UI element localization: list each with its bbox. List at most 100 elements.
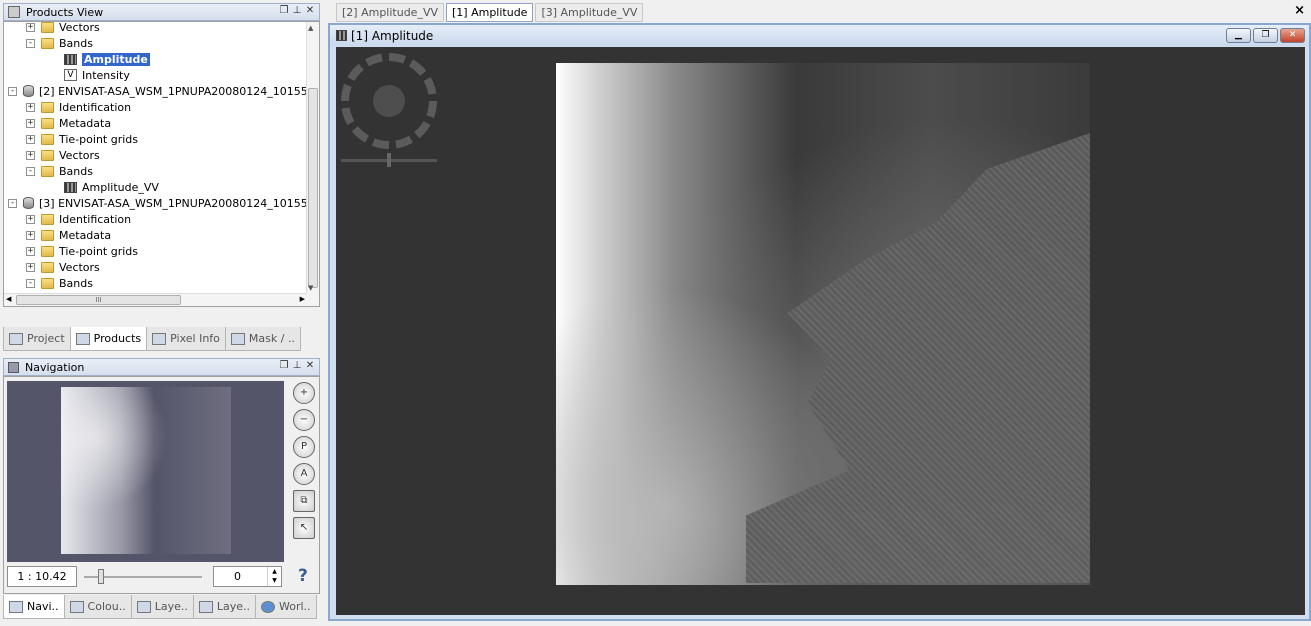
expand-icon[interactable]: + [26,22,35,32]
doc-tab-1[interactable]: [1] Amplitude [446,3,534,22]
tree-node-label: Bands [59,276,93,290]
tab-world[interactable]: Worl.. [254,595,317,619]
minimize-icon[interactable]: ▁ [1226,28,1251,43]
expand-icon[interactable]: + [26,102,35,112]
tab-colour[interactable]: Colou.. [63,595,132,619]
tree-node-label: Intensity [82,68,130,82]
tab-mask[interactable]: Mask / .. [224,327,301,351]
tab-layer-2[interactable]: Laye.. [192,595,256,619]
doc-tab-2[interactable]: [2] Amplitude_VV [336,3,444,22]
collapse-icon[interactable]: - [8,198,17,208]
tree-node[interactable]: - Bands [26,275,93,291]
expand-icon[interactable]: + [26,214,35,224]
window-close-icon[interactable]: ✕ [1280,28,1305,43]
scroll-up-icon[interactable]: ▲ [308,24,313,32]
expand-icon[interactable]: + [26,118,35,128]
tree-node[interactable]: Amplitude_VV [64,179,159,195]
tab-products[interactable]: Products [69,327,148,351]
sar-amplitude-image[interactable] [556,63,1090,585]
compass-center[interactable] [373,85,405,117]
image-window-titlebar: [1] Amplitude ▁ ❐ ✕ [330,25,1309,46]
folder-icon [41,37,54,49]
collapse-icon[interactable]: - [26,38,35,48]
tree-node[interactable]: + Tie-point grids [26,243,138,259]
zoom-slider[interactable] [84,569,202,584]
tree-node-label: Tie-point grids [59,244,138,258]
tree-vertical-scrollbar[interactable]: ▲ ▼ [306,22,319,306]
close-icon[interactable]: ✕ [305,360,315,371]
colour-icon [69,600,84,613]
scroll-thumb[interactable] [308,88,318,288]
canvas-zoom-slider[interactable] [341,153,437,167]
scroll-left-icon[interactable]: ◀ [6,295,11,303]
zoom-pixel-icon[interactable]: P [293,436,315,458]
tree-node[interactable]: Amplitude [64,51,150,67]
expand-icon[interactable]: + [26,230,35,240]
tree-node[interactable]: + Metadata [26,227,111,243]
tree-node[interactable]: - [3] ENVISAT-ASA_WSM_1PNUPA20080124_1015… [8,195,320,211]
tree-node-label: [2] ENVISAT-ASA_WSM_1PNUPA20080124_10155… [39,84,320,98]
tree-node[interactable]: - [2] ENVISAT-ASA_WSM_1PNUPA20080124_1015… [8,83,320,99]
zoom-in-icon[interactable]: + [293,382,315,404]
collapse-icon[interactable]: - [26,278,35,288]
tab-project[interactable]: Project [3,327,71,351]
tree-node-label: Bands [59,164,93,178]
tree-node[interactable]: + Metadata [26,115,111,131]
pin-icon[interactable]: ⊥ [292,5,302,16]
rotation-spinner[interactable]: 0 ▲ ▼ [213,566,282,587]
canvas-zoom-knob[interactable] [387,153,391,167]
zoom-slider-knob[interactable] [98,569,104,584]
restore-icon[interactable]: ❐ [279,360,289,371]
tab-pixel-info[interactable]: Pixel Info [146,327,226,351]
tree-node-label: Vectors [59,148,100,162]
tree-node[interactable]: - Bands [26,35,93,51]
sync-cursor-icon[interactable]: ↖ [293,517,315,539]
expand-icon[interactable]: + [26,246,35,256]
pin-icon[interactable]: ⊥ [292,360,302,371]
tree-node[interactable]: + Identification [26,99,131,115]
close-icon[interactable]: ✕ [305,5,315,16]
scroll-down-icon[interactable]: ▼ [308,284,313,292]
scroll-right-icon[interactable]: ▶ [300,295,305,303]
products-tree[interactable]: + Vectors - Bands Amplitude V Intensity - [2] EN… [3,21,320,307]
zoom-all-icon[interactable]: A [293,463,315,485]
overview-thumbnail[interactable] [61,387,231,554]
band-icon [64,53,77,65]
doc-tab-3[interactable]: [3] Amplitude_VV [535,3,644,22]
tree-horizontal-scrollbar[interactable]: ◀ III ▶ [4,293,307,306]
collapse-icon[interactable]: - [26,166,35,176]
close-all-icon[interactable]: × [1294,3,1305,18]
tree-node[interactable]: + Vectors [26,259,100,275]
tree-node[interactable]: V Intensity [64,67,130,83]
help-icon[interactable]: ? [298,566,308,586]
tree-node[interactable]: + Vectors [26,22,100,35]
image-canvas[interactable] [336,47,1305,615]
navigation-panel: + − P A ⧉ ↖ 1 : 10.42 0 ▲ ▼ ? [3,376,320,594]
hscroll-thumb[interactable]: III [16,295,181,305]
tree-node-label: [3] ENVISAT-ASA_WSM_1PNUPA20080124_10155… [39,196,320,210]
products-icon [75,332,90,345]
image-window: [1] Amplitude ▁ ❐ ✕ [328,23,1311,621]
expand-icon[interactable]: + [26,150,35,160]
tree-node[interactable]: - Bands [26,163,93,179]
virtual-band-icon: V [64,69,77,81]
expand-icon[interactable]: + [26,262,35,272]
tab-navigation[interactable]: Navi.. [3,595,65,619]
tab-layer-1[interactable]: Laye.. [130,595,194,619]
zoom-out-icon[interactable]: − [293,409,315,431]
tree-node-label: Amplitude [82,52,150,66]
expand-icon[interactable]: + [26,134,35,144]
sync-views-icon[interactable]: ⧉ [293,490,315,512]
tree-node[interactable]: + Vectors [26,147,100,163]
document-tabs: [2] Amplitude_VV [1] Amplitude [3] Ampli… [336,3,645,23]
navigation-overview[interactable] [7,381,284,562]
maximize-icon[interactable]: ❐ [1253,28,1278,43]
spinner-arrows-icon[interactable]: ▲ ▼ [267,567,281,586]
tree-node[interactable]: + Identification [26,211,131,227]
tree-node[interactable]: + Tie-point grids [26,131,138,147]
collapse-icon[interactable]: - [8,86,17,96]
folder-icon [41,101,54,113]
pan-compass-icon[interactable] [341,53,437,149]
restore-icon[interactable]: ❐ [279,5,289,16]
scale-field[interactable]: 1 : 10.42 [7,566,77,587]
